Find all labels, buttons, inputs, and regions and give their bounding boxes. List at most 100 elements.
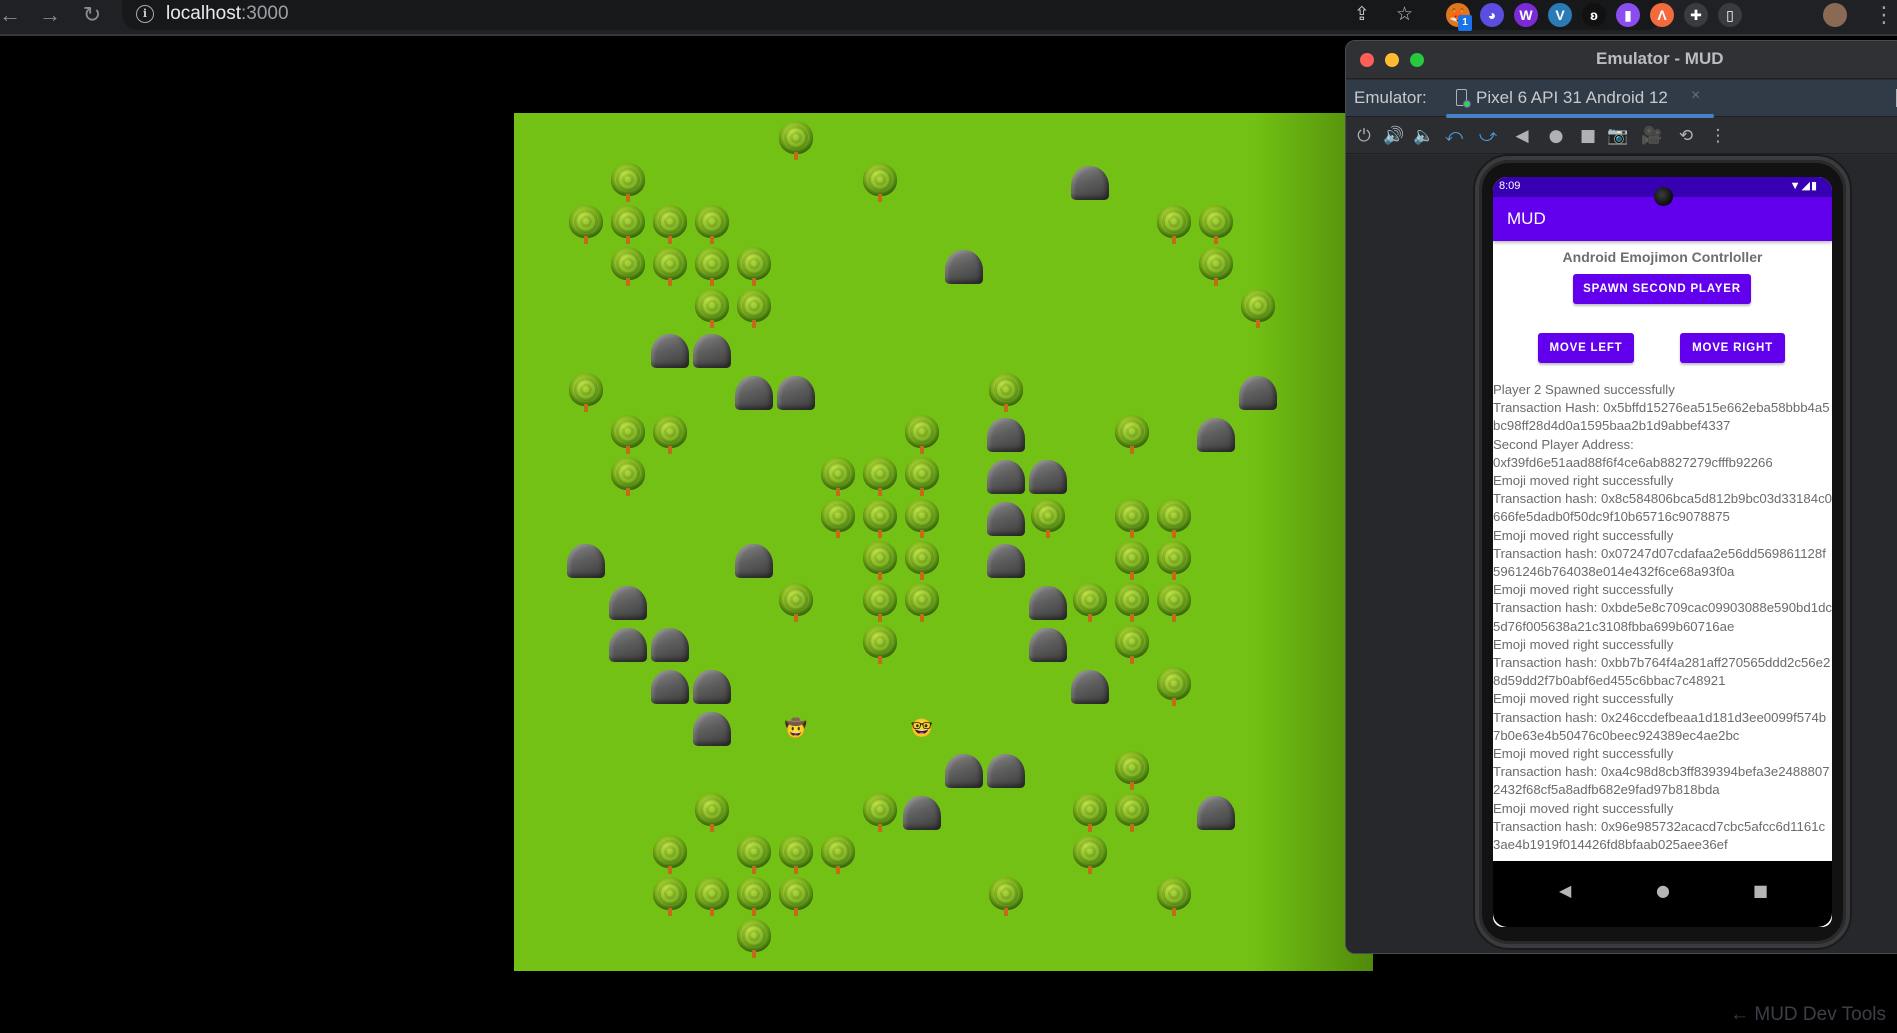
nav-recents-icon[interactable]: ■: [1753, 881, 1768, 900]
bookmark-star-icon[interactable]: ☆: [1396, 3, 1413, 26]
ext-a-extension-icon[interactable]: Λ: [1650, 3, 1674, 27]
minimize-window-button[interactable]: [1385, 53, 1399, 67]
extensions-glyph: ✚: [1690, 7, 1702, 23]
nav-back-icon[interactable]: ◀: [1559, 881, 1571, 900]
power-icon[interactable]: ⏻: [1352, 124, 1376, 148]
metamask-extension-icon[interactable]: 🦊1: [1446, 3, 1472, 31]
tree-icon: [863, 793, 897, 833]
side-panel-extension-icon[interactable]: ▯: [1718, 3, 1742, 27]
tree-trunk: [1130, 614, 1134, 622]
v-wallet-glyph: V: [1555, 7, 1565, 23]
tree-icon: [1115, 541, 1149, 581]
ext-swirl-extension-icon[interactable]: ʚ: [1582, 3, 1606, 27]
maximize-window-button[interactable]: [1410, 53, 1424, 67]
app-content: Android Emojimon Contrloller SPAWN SECON…: [1493, 241, 1832, 861]
tree-tile: [1027, 498, 1069, 540]
extensions-extension-icon[interactable]: ✚: [1684, 3, 1708, 27]
tree-tile: [1111, 414, 1153, 456]
screenshot-icon[interactable]: 📷: [1606, 124, 1630, 148]
rock-tile: [775, 372, 817, 414]
tree-trunk: [1130, 446, 1134, 454]
tree-icon: [821, 499, 855, 539]
transaction-log: Player 2 Spawned successfully Transactio…: [1493, 382, 1832, 853]
tree-crown: [863, 499, 897, 532]
tree-icon: [1157, 667, 1191, 707]
tree-crown: [1073, 583, 1107, 616]
back-icon[interactable]: ←: [0, 2, 24, 30]
rock-tile: [607, 582, 649, 624]
tree-tile: [607, 162, 649, 204]
url-port: :3000: [241, 3, 289, 24]
tree-tile: [1237, 288, 1279, 330]
overview-icon[interactable]: ■: [1576, 124, 1600, 148]
tree-tile: [1153, 666, 1195, 708]
tree-icon: [863, 583, 897, 623]
tree-icon: [1115, 751, 1149, 791]
v-wallet-extension-icon[interactable]: V: [1548, 3, 1572, 27]
profile-avatar[interactable]: [1823, 3, 1847, 27]
tree-tile: [817, 834, 859, 876]
ext-purple-extension-icon[interactable]: ▮: [1616, 3, 1640, 27]
tree-trunk: [1172, 572, 1176, 580]
tree-tile: [691, 246, 733, 288]
player-1[interactable]: 🤠: [775, 708, 817, 750]
share-icon[interactable]: ⇪: [1354, 3, 1370, 26]
tree-crown: [695, 289, 729, 322]
back-icon[interactable]: ◀: [1510, 124, 1534, 148]
more-icon[interactable]: ⋮: [1706, 124, 1730, 148]
tree-crown: [863, 457, 897, 490]
tree-icon: [611, 205, 645, 245]
reload-icon[interactable]: ↻: [78, 2, 106, 30]
tree-crown: [569, 373, 603, 406]
browser-menu-icon[interactable]: ⋮: [1870, 2, 1897, 30]
close-window-button[interactable]: [1360, 53, 1374, 67]
tree-crown: [695, 793, 729, 826]
address-bar[interactable]: i localhost:3000 ⇪ ☆: [122, 0, 1662, 30]
tree-tile: [649, 876, 691, 918]
record-icon[interactable]: 🎥: [1640, 124, 1664, 148]
tree-trunk: [752, 278, 756, 286]
player-2[interactable]: 🤓: [901, 708, 943, 750]
snapshot-icon[interactable]: ⟲: [1674, 124, 1698, 148]
rock-tile: [1237, 372, 1279, 414]
tab-pixel-6[interactable]: Pixel 6 API 31 Android 12 ×: [1446, 80, 1714, 118]
forward-icon[interactable]: →: [36, 2, 64, 30]
w-wallet-extension-icon[interactable]: W: [1514, 3, 1538, 27]
move-left-button[interactable]: MOVE LEFT: [1538, 333, 1634, 363]
tree-icon: [779, 877, 813, 917]
rock-icon: [777, 376, 815, 410]
nav-home-icon[interactable]: ●: [1656, 881, 1670, 900]
tree-tile: [691, 876, 733, 918]
tree-tile: [1069, 582, 1111, 624]
site-info-icon[interactable]: i: [136, 5, 154, 23]
tree-tile: [1069, 792, 1111, 834]
mud-dev-tools-link[interactable]: ← MUD Dev Tools: [1730, 1004, 1886, 1026]
tree-tile: [859, 498, 901, 540]
tree-icon: [653, 247, 687, 287]
game-map[interactable]: 🤠 🤓: [514, 113, 1373, 971]
tree-tile: [649, 246, 691, 288]
volume-down-icon[interactable]: 🔈: [1412, 124, 1436, 148]
tree-tile: [733, 918, 775, 960]
move-right-button[interactable]: MOVE RIGHT: [1680, 333, 1785, 363]
rock-icon: [945, 250, 983, 284]
home-icon[interactable]: ●: [1544, 124, 1568, 148]
controller-heading: Android Emojimon Contrloller: [1562, 249, 1763, 265]
tree-icon: [905, 583, 939, 623]
tree-trunk: [878, 572, 882, 580]
url-text[interactable]: localhost:3000: [166, 3, 289, 25]
tree-trunk: [794, 614, 798, 622]
spawn-second-player-button[interactable]: SPAWN SECOND PLAYER: [1573, 274, 1751, 304]
tree-icon: [695, 289, 729, 329]
close-tab-icon[interactable]: ×: [1691, 87, 1700, 105]
tree-trunk: [668, 278, 672, 286]
ext-swirl-glyph: ʚ: [1590, 7, 1598, 23]
volume-up-icon[interactable]: 🔊: [1382, 124, 1406, 148]
rock-tile: [985, 414, 1027, 456]
rotate-right-icon[interactable]: ⤻: [1476, 124, 1500, 148]
phantom-extension-icon[interactable]: ◕: [1480, 3, 1504, 27]
rock-tile: [985, 456, 1027, 498]
tree-crown: [863, 541, 897, 574]
tree-tile: [775, 876, 817, 918]
rotate-left-icon[interactable]: ⤺: [1442, 124, 1466, 148]
